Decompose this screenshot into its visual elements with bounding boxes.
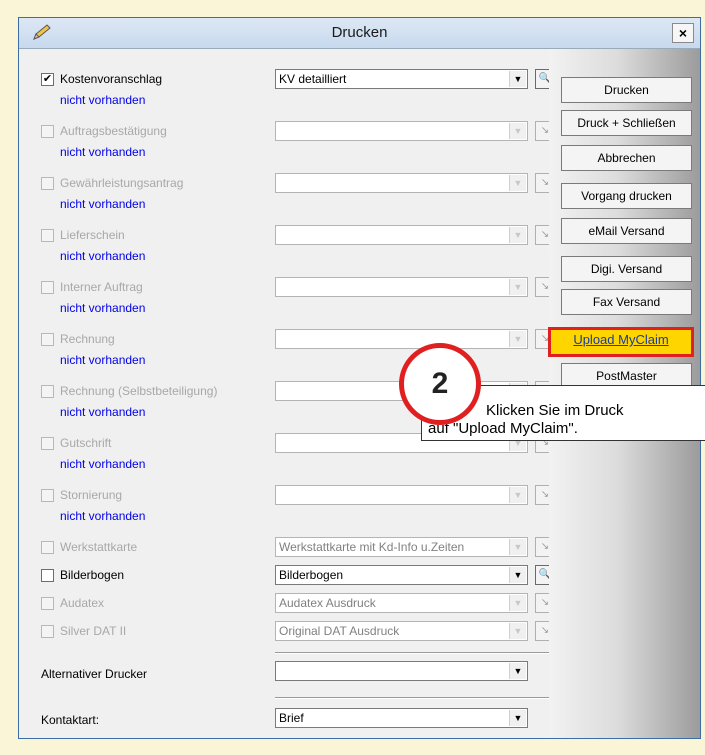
- format-select-lieferschein[interactable]: ▼: [275, 225, 528, 245]
- alt-printer-label: Alternativer Drucker: [41, 667, 148, 681]
- doc-row-audatex: Audatex Audatex Ausdruck ▼ ↘: [19, 593, 555, 615]
- status-kostenvoranschlag: nicht vorhanden: [60, 93, 146, 107]
- label-auftragsbestaetigung: Auftragsbestätigung: [60, 124, 167, 138]
- dropdown-arrow-icon[interactable]: ▼: [509, 623, 526, 639]
- format-select-stornierung[interactable]: ▼: [275, 485, 528, 505]
- dropdown-arrow-icon[interactable]: ▼: [509, 71, 526, 87]
- checkbox-gutschrift[interactable]: [41, 437, 54, 450]
- format-select-rechnung[interactable]: ▼: [275, 329, 528, 349]
- select-value: Bilderbogen: [279, 568, 344, 582]
- status-gutschrift: nicht vorhanden: [60, 457, 146, 471]
- dialog-title: Drucken: [331, 24, 388, 41]
- checkbox-interner-auftrag[interactable]: [41, 281, 54, 294]
- format-select-silver-dat[interactable]: Original DAT Ausdruck ▼: [275, 621, 528, 641]
- print-button[interactable]: Drucken: [561, 77, 692, 103]
- contact-select[interactable]: Brief ▼: [275, 708, 528, 728]
- label-audatex: Audatex: [60, 596, 105, 610]
- doc-row-kostenvoranschlag: ✔ Kostenvoranschlag KV detailliert ▼ 🔍: [19, 69, 555, 91]
- upload-myclaim-button[interactable]: Upload MyClaim: [548, 327, 694, 357]
- doc-row-stornierung: Stornierung ▼ ↘: [19, 485, 555, 507]
- select-value: Audatex Ausdruck: [279, 596, 376, 610]
- cancel-button[interactable]: Abbrechen: [561, 145, 692, 171]
- format-select-auftragsbestaetigung[interactable]: ▼: [275, 121, 528, 141]
- status-rechnung: nicht vorhanden: [60, 353, 146, 367]
- checkbox-audatex[interactable]: [41, 597, 54, 610]
- format-select-bilderbogen[interactable]: Bilderbogen ▼: [275, 565, 528, 585]
- checkbox-silver-dat[interactable]: [41, 625, 54, 638]
- format-select-werkstattkarte[interactable]: Werkstattkarte mit Kd-Info u.Zeiten ▼: [275, 537, 528, 557]
- format-select-gewaehrleistungsantrag[interactable]: ▼: [275, 173, 528, 193]
- divider: [275, 697, 557, 699]
- checkbox-rechnung[interactable]: [41, 333, 54, 346]
- contact-label: Kontaktart:: [41, 713, 100, 727]
- fax-send-button[interactable]: Fax Versand: [561, 289, 692, 315]
- label-rechnung-selbstbeteiligung: Rechnung (Selbstbeteiligung): [60, 384, 218, 398]
- doc-row-rechnung: Rechnung ▼ ↘: [19, 329, 555, 351]
- title-bar: Drucken ×: [19, 18, 700, 49]
- label-kostenvoranschlag: Kostenvoranschlag: [60, 72, 163, 86]
- dropdown-arrow-icon[interactable]: ▼: [509, 331, 526, 347]
- close-button[interactable]: ×: [672, 23, 694, 43]
- label-silver-dat: Silver DAT II: [60, 624, 127, 638]
- dropdown-arrow-icon[interactable]: ▼: [509, 710, 526, 726]
- status-auftragsbestaetigung: nicht vorhanden: [60, 145, 146, 159]
- doc-row-werkstattkarte: Werkstattkarte Werkstattkarte mit Kd-Inf…: [19, 537, 555, 559]
- doc-row-auftragsbestaetigung: Auftragsbestätigung ▼ ↘: [19, 121, 555, 143]
- doc-row-lieferschein: Lieferschein ▼ ↘: [19, 225, 555, 247]
- select-value: Brief: [279, 711, 304, 725]
- dropdown-arrow-icon[interactable]: ▼: [509, 539, 526, 555]
- label-gutschrift: Gutschrift: [60, 436, 112, 450]
- status-gewaehrleistungsantrag: nicht vorhanden: [60, 197, 146, 211]
- dropdown-arrow-icon[interactable]: ▼: [509, 123, 526, 139]
- email-send-button[interactable]: eMail Versand: [561, 218, 692, 244]
- status-stornierung: nicht vorhanden: [60, 509, 146, 523]
- dropdown-arrow-icon[interactable]: ▼: [509, 663, 526, 679]
- status-interner-auftrag: nicht vorhanden: [60, 301, 146, 315]
- checkbox-kostenvoranschlag[interactable]: ✔: [41, 73, 54, 86]
- checkbox-werkstattkarte[interactable]: [41, 541, 54, 554]
- dropdown-arrow-icon[interactable]: ▼: [509, 227, 526, 243]
- doc-row-interner-auftrag: Interner Auftrag ▼ ↘: [19, 277, 555, 299]
- print-close-button[interactable]: Druck + Schließen: [561, 110, 692, 136]
- dropdown-arrow-icon[interactable]: ▼: [509, 567, 526, 583]
- checkbox-gewaehrleistungsantrag[interactable]: [41, 177, 54, 190]
- status-lieferschein: nicht vorhanden: [60, 249, 146, 263]
- alt-printer-select[interactable]: ▼: [275, 661, 528, 681]
- step-badge: 2: [399, 343, 481, 425]
- checkbox-auftragsbestaetigung[interactable]: [41, 125, 54, 138]
- doc-row-gewaehrleistungsantrag: Gewährleistungsantrag ▼ ↘: [19, 173, 555, 195]
- label-rechnung: Rechnung: [60, 332, 115, 346]
- divider: [275, 652, 557, 654]
- callout-line-1: Klicken Sie im Druck: [486, 402, 624, 419]
- select-value: KV detailliert: [279, 72, 347, 86]
- label-bilderbogen: Bilderbogen: [60, 568, 125, 582]
- label-stornierung: Stornierung: [60, 488, 123, 502]
- format-select-kostenvoranschlag[interactable]: KV detailliert ▼: [275, 69, 528, 89]
- label-werkstattkarte: Werkstattkarte: [60, 540, 138, 554]
- digi-send-button[interactable]: Digi. Versand: [561, 256, 692, 282]
- dropdown-arrow-icon[interactable]: ▼: [509, 279, 526, 295]
- doc-row-silver-dat: Silver DAT II Original DAT Ausdruck ▼ ↘: [19, 621, 555, 643]
- format-select-audatex[interactable]: Audatex Ausdruck ▼: [275, 593, 528, 613]
- dropdown-arrow-icon[interactable]: ▼: [509, 175, 526, 191]
- label-lieferschein: Lieferschein: [60, 228, 125, 242]
- print-dialog: Drucken × ✔ Kostenvoranschlag KV detaill…: [18, 17, 701, 739]
- checkbox-bilderbogen[interactable]: [41, 569, 54, 582]
- dropdown-arrow-icon[interactable]: ▼: [509, 595, 526, 611]
- print-process-button[interactable]: Vorgang drucken: [561, 183, 692, 209]
- status-rechnung-selbstbeteiligung: nicht vorhanden: [60, 405, 146, 419]
- checkbox-lieferschein[interactable]: [41, 229, 54, 242]
- checkbox-stornierung[interactable]: [41, 489, 54, 502]
- doc-row-bilderbogen: Bilderbogen Bilderbogen ▼ 🔍: [19, 565, 555, 587]
- dropdown-arrow-icon[interactable]: ▼: [509, 487, 526, 503]
- label-interner-auftrag: Interner Auftrag: [60, 280, 143, 294]
- label-gewaehrleistungsantrag: Gewährleistungsantrag: [60, 176, 184, 190]
- select-value: Original DAT Ausdruck: [279, 624, 400, 638]
- checkbox-rechnung-selbstbeteiligung[interactable]: [41, 385, 54, 398]
- select-value: Werkstattkarte mit Kd-Info u.Zeiten: [279, 540, 465, 554]
- format-select-interner-auftrag[interactable]: ▼: [275, 277, 528, 297]
